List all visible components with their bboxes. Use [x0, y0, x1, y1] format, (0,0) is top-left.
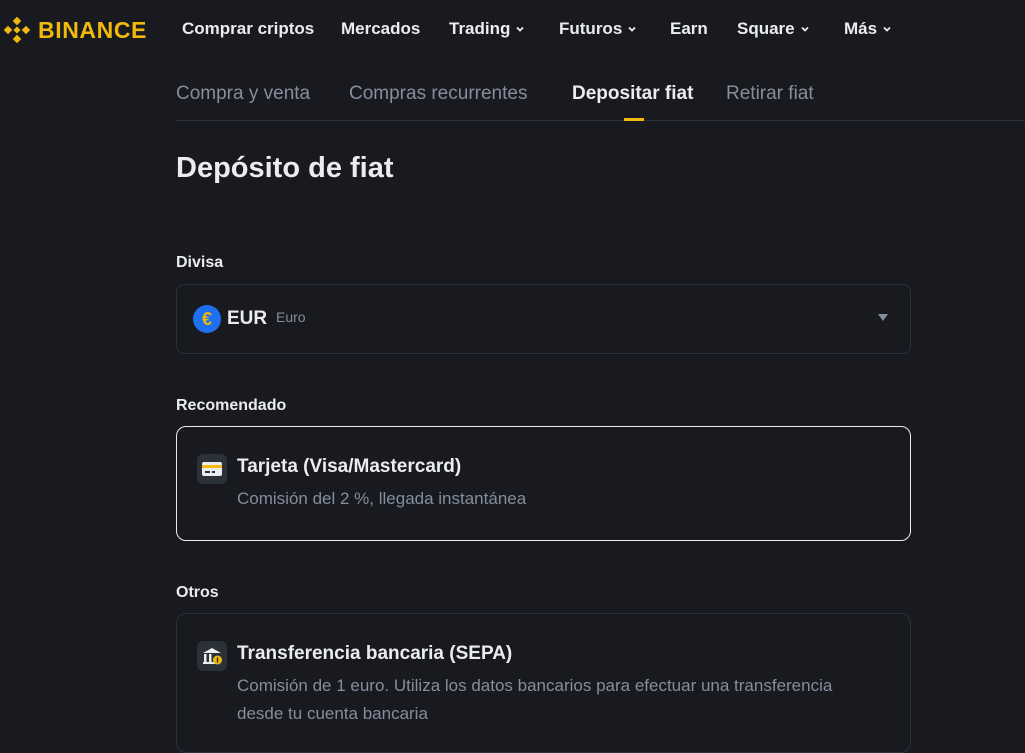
- description-line: Comisión de 1 euro. Utiliza los datos ba…: [237, 676, 833, 695]
- payment-method-description: Comisión de 1 euro. Utiliza los datos ba…: [237, 672, 887, 728]
- nav-item-label: Comprar criptos: [182, 19, 315, 38]
- active-tab-indicator: [624, 118, 644, 121]
- bank-icon: [197, 641, 227, 671]
- payment-method-card[interactable]: Tarjeta (Visa/Mastercard) Comisión del 2…: [176, 426, 911, 541]
- currency-name: Euro: [276, 309, 306, 325]
- chevron-down-icon: [628, 26, 636, 32]
- nav-item-mas[interactable]: Más: [844, 18, 892, 40]
- nav-item-label: Futuros: [559, 19, 623, 38]
- nav-item-label: Más: [844, 19, 878, 38]
- payment-method-title: Tarjeta (Visa/Mastercard): [237, 456, 462, 477]
- chevron-down-icon: [801, 26, 809, 32]
- nav-item-label: Mercados: [341, 19, 421, 38]
- currency-select[interactable]: € EUR Euro: [176, 284, 911, 354]
- nav-item-comprar-criptos[interactable]: Comprar criptos: [182, 18, 314, 40]
- nav-item-trading[interactable]: Trading: [449, 18, 525, 40]
- nav-item-label: Trading: [449, 19, 511, 38]
- nav-item-earn[interactable]: Earn: [670, 18, 708, 40]
- subtab-bar: Compra y venta Compras recurrentes Depos…: [176, 80, 1025, 121]
- recommended-label: Recomendado: [176, 397, 287, 414]
- caret-down-icon: [878, 314, 888, 321]
- description-line: desde tu cuenta bancaria: [237, 704, 428, 723]
- chevron-down-icon: [883, 26, 891, 32]
- chevron-down-icon: [516, 26, 525, 32]
- tab-retirar-fiat[interactable]: Retirar fiat: [726, 83, 814, 105]
- tab-compras-recurrentes[interactable]: Compras recurrentes: [349, 83, 527, 105]
- currency-code: EUR: [227, 308, 268, 329]
- payment-method-title: Transferencia bancaria (SEPA): [237, 643, 513, 664]
- nav-item-futuros[interactable]: Futuros: [559, 18, 637, 40]
- binance-logo-icon: [2, 15, 32, 45]
- tab-compra-y-venta[interactable]: Compra y venta: [176, 83, 310, 105]
- others-label: Otros: [176, 584, 219, 601]
- nav-item-label: Earn: [670, 19, 708, 38]
- currency-label: Divisa: [176, 254, 224, 271]
- payment-method-description: Comisión del 2 %, llegada instantánea: [237, 489, 527, 508]
- nav-item-square[interactable]: Square: [737, 18, 810, 40]
- brand-name: BINANCE: [38, 16, 147, 43]
- payment-method-card[interactable]: Transferencia bancaria (SEPA) Comisión d…: [176, 613, 911, 753]
- tab-depositar-fiat[interactable]: Depositar fiat: [572, 83, 693, 105]
- binance-logo[interactable]: BINANCE: [2, 15, 147, 45]
- credit-card-icon: [197, 454, 227, 484]
- euro-icon: €: [193, 305, 221, 333]
- page-title: Depósito de fiat: [176, 152, 394, 184]
- top-nav-bar: BINANCE Comprar criptos Mercados Trading…: [0, 0, 1025, 58]
- nav-item-label: Square: [737, 19, 795, 38]
- nav-item-mercados[interactable]: Mercados: [341, 18, 420, 40]
